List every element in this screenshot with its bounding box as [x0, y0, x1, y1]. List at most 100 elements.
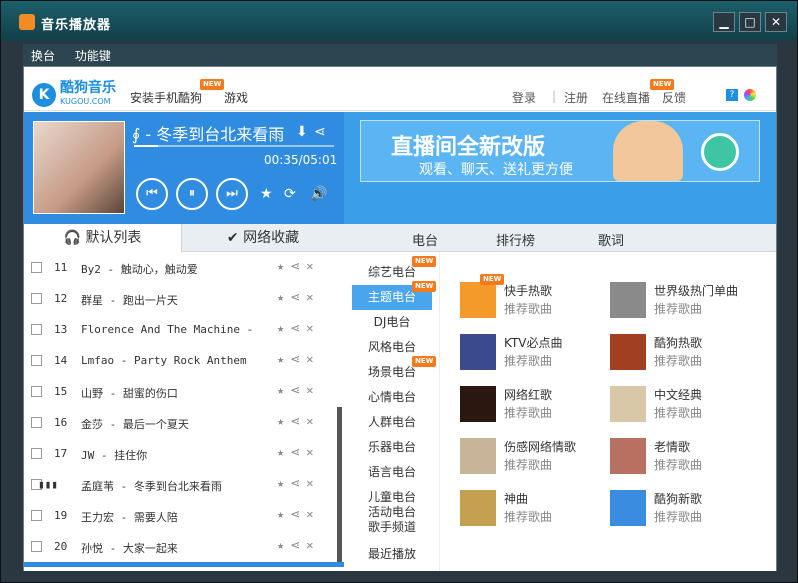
radio-card[interactable]: 世界级热门单曲 推荐歌曲: [602, 278, 750, 322]
radio-nav-item[interactable]: 乐器电台: [344, 435, 440, 460]
tab-default-list[interactable]: 🎧 默认列表: [24, 224, 182, 252]
track-number: 16: [54, 416, 68, 429]
radio-nav-item[interactable]: 最近播放: [344, 542, 440, 567]
checkbox[interactable]: [31, 541, 42, 552]
list-item[interactable]: 13 Florence And The Machine - ★⋖✕: [24, 314, 338, 345]
menu-switch[interactable]: 换台: [23, 44, 63, 67]
radio-card[interactable]: 网络红歌 推荐歌曲: [452, 382, 600, 426]
skin-icon[interactable]: [744, 89, 756, 101]
tab-lyrics[interactable]: 歌词: [598, 230, 624, 249]
new-badge: NEW: [480, 274, 505, 285]
track-actions[interactable]: ★⋖✕: [277, 445, 320, 459]
register-link[interactable]: 注册: [564, 89, 588, 106]
track-actions[interactable]: ★⋖✕: [277, 259, 320, 273]
share-icon[interactable]: ⋖: [314, 124, 326, 140]
list-item[interactable]: 19 王力宏 - 需要人陪 ★⋖✕: [24, 500, 338, 531]
favorite-icon[interactable]: ★: [260, 186, 273, 202]
list-item[interactable]: 20 孙悦 - 大家一起来 ★⋖✕: [24, 531, 338, 562]
now-playing-title: ∮ - 冬季到台北来看雨: [132, 125, 285, 144]
card-sub: 推荐歌曲: [654, 302, 703, 316]
card-thumbnail: [610, 334, 646, 370]
checkbox[interactable]: [31, 448, 42, 459]
radio-card[interactable]: 快手热歌 推荐歌曲: [452, 278, 600, 322]
kugou-logo-icon[interactable]: K: [32, 83, 56, 107]
radio-nav-item[interactable]: 人群电台: [344, 410, 440, 435]
checkbox[interactable]: [31, 293, 42, 304]
track-actions[interactable]: ★⋖✕: [277, 290, 320, 304]
menu-bar: 换台 功能键: [23, 44, 777, 66]
list-item[interactable]: 11 By2 - 触动心，触动爱 ★⋖✕: [24, 252, 338, 283]
feedback-link[interactable]: 反馈: [662, 89, 686, 106]
radio-nav-item[interactable]: 歌手频道: [344, 515, 440, 540]
new-badge: NEW: [412, 356, 437, 367]
radio-card[interactable]: 老情歌 推荐歌曲: [602, 434, 750, 478]
radio-card[interactable]: 中文经典 推荐歌曲: [602, 382, 750, 426]
playlist-scrollbar[interactable]: [337, 407, 342, 562]
track-title: 孟庭苇 - 冬季到台北来看雨: [81, 480, 222, 493]
right-tabs: 电台 排行榜 歌词: [344, 224, 776, 252]
list-item[interactable]: 14 Lmfao - Party Rock Anthem ★⋖✕: [24, 345, 338, 376]
next-button[interactable]: ⏭: [216, 178, 248, 210]
card-name: 伤感网络情歌: [504, 440, 577, 454]
album-cover[interactable]: [33, 121, 125, 214]
track-title: By2 - 触动心，触动爱: [81, 263, 198, 276]
radio-card[interactable]: 神曲 推荐歌曲: [452, 486, 600, 530]
help-icon[interactable]: ?: [726, 89, 738, 101]
new-badge: NEW: [412, 281, 437, 292]
tab-charts[interactable]: 排行榜: [496, 230, 535, 249]
list-item[interactable]: 12 群星 - 跑出一片天 ★⋖✕: [24, 283, 338, 314]
radio-nav-item[interactable]: 心情电台: [344, 385, 440, 410]
games-link[interactable]: 游戏: [224, 89, 248, 106]
list-item[interactable]: ▮▮▮ 孟庭苇 - 冬季到台北来看雨 ★⋖✕: [24, 469, 338, 500]
track-actions[interactable]: ★⋖✕: [277, 507, 320, 521]
card-sub: 推荐歌曲: [654, 406, 703, 420]
ad-banner[interactable]: 直播间全新改版 观看、聊天、送礼更方便: [344, 112, 776, 224]
radio-nav-item[interactable]: DJ电台: [344, 310, 440, 335]
checkbox[interactable]: [31, 324, 42, 335]
radio-nav-item[interactable]: 语言电台: [344, 460, 440, 485]
app-icon: [19, 14, 35, 30]
track-actions[interactable]: ★⋖✕: [277, 321, 320, 335]
checkbox[interactable]: [31, 417, 42, 428]
live-link[interactable]: 在线直播: [602, 89, 650, 106]
download-icon[interactable]: ⬇: [296, 124, 308, 140]
card-thumbnail: [610, 282, 646, 318]
card-thumbnail: [460, 490, 496, 526]
maximize-button[interactable]: □: [739, 12, 761, 32]
progress-bar[interactable]: [134, 145, 334, 147]
close-button[interactable]: ✕: [765, 12, 787, 32]
checkbox[interactable]: [31, 355, 42, 366]
install-mobile-link[interactable]: 安装手机酷狗: [130, 89, 202, 106]
list-item[interactable]: 17 JW - 挂住你 ★⋖✕: [24, 438, 338, 469]
title-bar[interactable]: 音乐播放器 ▁ □ ✕: [1, 1, 797, 41]
track-actions[interactable]: ★⋖✕: [277, 352, 320, 366]
loop-icon[interactable]: ⟳: [284, 186, 296, 202]
card-name: 酷狗热歌: [654, 336, 703, 350]
checkbox[interactable]: [31, 262, 42, 273]
list-item[interactable]: 15 山野 - 甜蜜的伤口 ★⋖✕: [24, 376, 338, 407]
track-title: 群星 - 跑出一片天: [81, 294, 178, 307]
card-sub: 推荐歌曲: [654, 510, 703, 524]
track-actions[interactable]: ★⋖✕: [277, 383, 320, 397]
tab-radio[interactable]: 电台: [412, 230, 438, 249]
track-actions[interactable]: ★⋖✕: [277, 476, 320, 490]
radio-card[interactable]: 酷狗新歌 推荐歌曲: [602, 486, 750, 530]
track-actions[interactable]: ★⋖✕: [277, 414, 320, 428]
menu-functions[interactable]: 功能键: [67, 44, 119, 67]
card-name: 快手热歌: [504, 284, 553, 298]
list-item[interactable]: 16 金莎 - 最后一个夏天 ★⋖✕: [24, 407, 338, 438]
volume-icon[interactable]: 🔊: [310, 186, 327, 202]
radio-card[interactable]: 酷狗热歌 推荐歌曲: [602, 330, 750, 374]
checkbox[interactable]: [31, 510, 42, 521]
checkbox[interactable]: [31, 386, 42, 397]
login-link[interactable]: 登录: [512, 89, 536, 106]
tab-network-favorites[interactable]: ✔ 网络收藏: [182, 224, 344, 252]
minimize-button[interactable]: ▁: [713, 12, 735, 32]
radio-card[interactable]: KTV必点曲 推荐歌曲: [452, 330, 600, 374]
radio-card[interactable]: 伤感网络情歌 推荐歌曲: [452, 434, 600, 478]
pause-button[interactable]: ⏸: [176, 178, 208, 210]
card-sub: 推荐歌曲: [504, 354, 553, 368]
prev-button[interactable]: ⏮: [136, 178, 168, 210]
track-actions[interactable]: ★⋖✕: [277, 538, 320, 552]
card-name: 世界级热门单曲: [654, 284, 739, 298]
